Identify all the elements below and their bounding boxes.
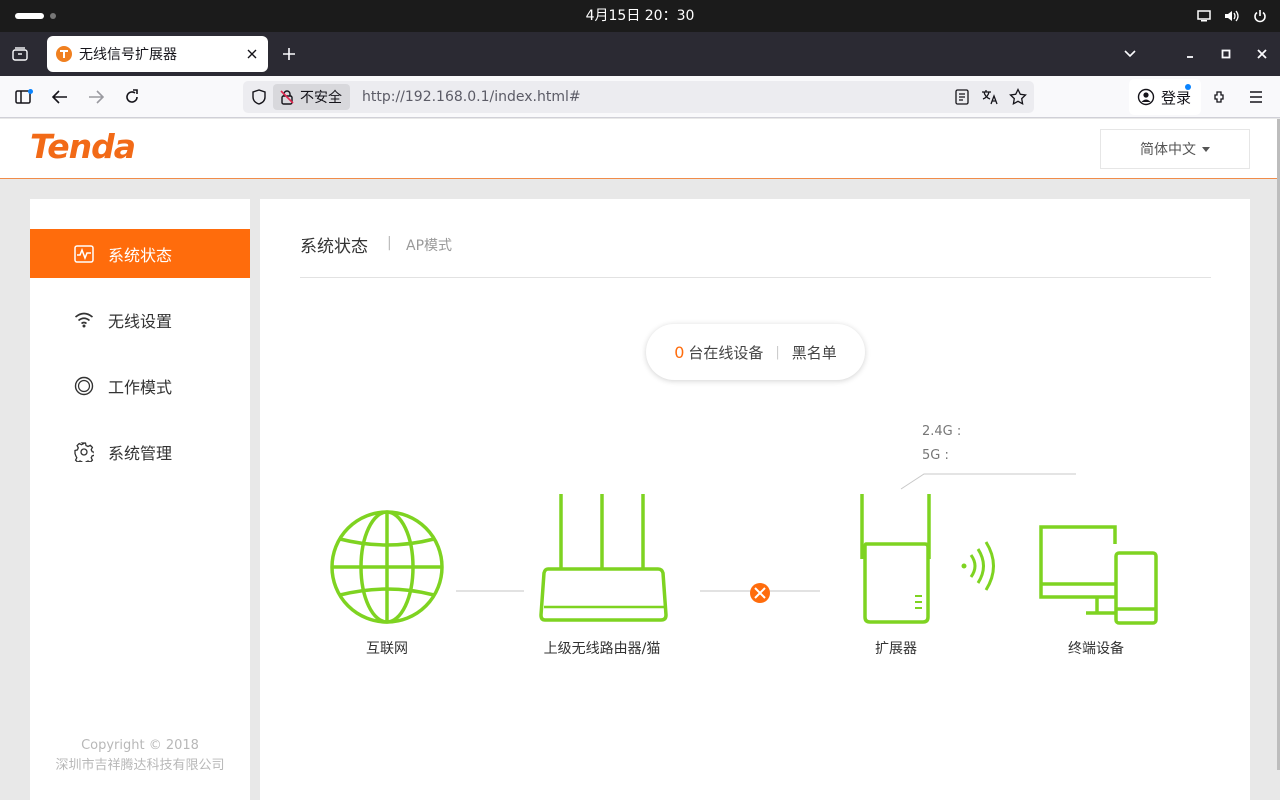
language-select[interactable]: 简体中文 (1100, 129, 1250, 169)
company-name: 深圳市吉祥腾达科技有限公司 (55, 758, 225, 773)
tab-list-icon[interactable] (8, 42, 32, 66)
web-page: Tenda 简体中文 系统状态 无线设置 工作模式 系统管理 Copyright… (0, 119, 1280, 800)
login-notification-dot (1185, 84, 1191, 90)
close-window-icon[interactable] (1244, 32, 1280, 76)
account-login-button[interactable]: 登录 (1129, 79, 1201, 115)
translate-icon[interactable] (980, 87, 1000, 107)
upstream-router-label: 上级无线路由器/猫 (543, 641, 661, 657)
navigation-bar: 不安全 http://192.168.0.1/index.html# 登录 (0, 76, 1280, 118)
new-tab-icon[interactable] (277, 42, 301, 66)
tenda-favicon-icon (56, 46, 72, 62)
insecure-label: 不安全 (300, 90, 342, 106)
insecure-lock-icon (280, 90, 294, 105)
gear-icon (72, 440, 96, 464)
network-topology-diagram (330, 473, 1158, 625)
active-tab[interactable]: 无线信号扩展器 (47, 36, 268, 72)
terminal-devices-icon (1039, 525, 1158, 625)
minimize-icon[interactable] (1172, 32, 1208, 76)
maximize-icon[interactable] (1208, 32, 1244, 76)
wifi-icon (72, 308, 96, 332)
sidebar-item-system-status[interactable]: 系统状态 (30, 229, 250, 278)
forward-icon[interactable] (84, 85, 108, 109)
router-icon (539, 494, 668, 622)
sidebar-item-work-mode[interactable]: 工作模式 (30, 361, 250, 410)
url-bar[interactable]: 不安全 http://192.168.0.1/index.html# (243, 81, 1034, 113)
caret-down-icon (1202, 146, 1210, 152)
sidebar-toggle-icon[interactable] (12, 85, 36, 109)
wireless-signal-icon (961, 541, 995, 591)
os-clock[interactable]: 4月15日 20：30 (0, 0, 1280, 32)
tracking-shield-icon[interactable] (251, 89, 267, 105)
connection-error-icon (750, 583, 770, 603)
sidebar-item-label: 系统管理 (108, 443, 173, 463)
extender-icon (860, 494, 931, 624)
mode-icon (72, 374, 96, 398)
main-panel: 系统状态 | AP模式 0 台在线设备 | 黑名单 2.4G : 5G : 互联… (260, 199, 1250, 800)
sidebar-item-wireless-settings[interactable]: 无线设置 (30, 295, 250, 344)
internet-label: 互联网 (366, 641, 408, 657)
bookmark-star-icon[interactable] (1008, 87, 1028, 107)
tab-strip: 无线信号扩展器 (0, 32, 1280, 76)
connection-insecure-button[interactable]: 不安全 (273, 84, 350, 110)
copyright-line: Copyright © 2018 (81, 738, 199, 753)
internet-globe-icon (330, 510, 444, 624)
page-header: Tenda 简体中文 (0, 119, 1277, 179)
tab-title: 无线信号扩展器 (79, 47, 177, 63)
extender-label: 扩展器 (875, 641, 917, 657)
terminal-devices-label: 终端设备 (1068, 641, 1124, 657)
back-icon[interactable] (48, 85, 72, 109)
sidebar: 系统状态 无线设置 工作模式 系统管理 Copyright © 2018 深圳市… (30, 199, 250, 800)
sidebar-item-label: 无线设置 (108, 311, 173, 331)
account-icon (1137, 88, 1155, 106)
tenda-logo: Tenda (30, 127, 136, 166)
band-callout-line (900, 473, 1076, 490)
os-top-bar: 4月15日 20：30 (0, 0, 1280, 32)
sidebar-item-label: 系统状态 (108, 245, 173, 265)
language-label: 简体中文 (1140, 142, 1196, 158)
menu-icon[interactable] (1244, 85, 1268, 109)
volume-icon[interactable] (1224, 8, 1240, 24)
reload-icon[interactable] (120, 85, 144, 109)
power-icon[interactable] (1252, 8, 1268, 24)
sidebar-item-system-management[interactable]: 系统管理 (30, 427, 250, 476)
display-icon[interactable] (1196, 8, 1212, 24)
sidebar-item-label: 工作模式 (108, 377, 173, 397)
status-icon (72, 242, 96, 266)
reader-view-icon[interactable] (952, 87, 972, 107)
url-text[interactable]: http://192.168.0.1/index.html# (362, 81, 581, 113)
tab-overflow-chevron-icon[interactable] (1112, 32, 1148, 76)
extensions-icon[interactable] (1208, 85, 1232, 109)
close-tab-icon[interactable] (240, 42, 264, 66)
